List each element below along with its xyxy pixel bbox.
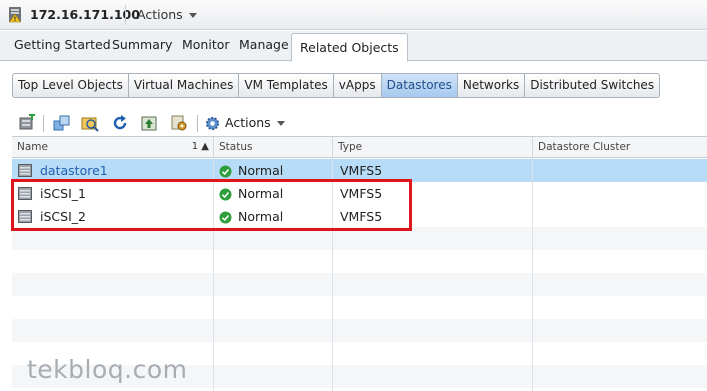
- watermark: tekbloq.com: [27, 355, 188, 384]
- empty-row: [12, 319, 707, 342]
- subtab-distributed-switches[interactable]: Distributed Switches: [525, 73, 661, 98]
- column-divider: [532, 158, 533, 391]
- empty-row: [12, 273, 707, 296]
- subtab-vm-templates[interactable]: VM Templates: [239, 73, 334, 98]
- host-warning-icon: [8, 7, 22, 23]
- migrate-icon[interactable]: [53, 114, 71, 132]
- subtab-networks[interactable]: Networks: [457, 73, 526, 98]
- header-actions-label: Actions: [137, 7, 183, 22]
- subtab-top-level-objects[interactable]: Top Level Objects: [12, 73, 129, 98]
- refresh-icon[interactable]: [111, 114, 129, 132]
- highlight-annotation-box: [11, 179, 412, 231]
- subtab-datastores[interactable]: Datastores: [381, 73, 458, 98]
- datastore-icon: [18, 164, 32, 177]
- tab-monitor[interactable]: Monitor: [182, 37, 230, 52]
- settings-icon[interactable]: [170, 114, 188, 132]
- toolbar-divider: [43, 115, 44, 132]
- upload-icon[interactable]: [140, 114, 158, 132]
- main-tab-bar: Getting Started Summary Monitor Manage R…: [0, 31, 707, 62]
- datastore-grid: Name 1 ▲ Status Type Datastore Cluster d…: [12, 136, 707, 391]
- gear-icon[interactable]: [204, 115, 221, 132]
- browse-files-icon[interactable]: [81, 114, 99, 132]
- status-ok-icon: [219, 165, 232, 178]
- sort-ascending-icon: 1 ▲: [191, 141, 209, 152]
- toolbar-actions-menu[interactable]: Actions: [225, 115, 285, 130]
- tab-getting-started[interactable]: Getting Started: [14, 37, 111, 52]
- grid-header: Name 1 ▲ Status Type Datastore Cluster: [12, 137, 707, 158]
- host-title: 172.16.171.100: [30, 7, 140, 22]
- column-header-datastore-cluster[interactable]: Datastore Cluster: [533, 137, 707, 158]
- tab-manage[interactable]: Manage: [239, 37, 289, 52]
- column-header-label: Name: [17, 141, 48, 153]
- sub-tab-bar: Top Level Objects Virtual Machines VM Te…: [12, 73, 661, 98]
- column-header-name[interactable]: Name 1 ▲: [12, 137, 214, 158]
- tab-related-objects[interactable]: Related Objects: [291, 33, 408, 62]
- title-divider: [125, 5, 126, 25]
- column-header-type[interactable]: Type: [333, 137, 533, 158]
- chevron-down-icon: [276, 121, 285, 126]
- column-header-status[interactable]: Status: [214, 137, 333, 158]
- new-datastore-icon[interactable]: [18, 114, 36, 132]
- toolbar-divider: [197, 115, 198, 132]
- subtab-vapps[interactable]: vApps: [333, 73, 382, 98]
- subtab-virtual-machines[interactable]: Virtual Machines: [128, 73, 240, 98]
- tab-summary[interactable]: Summary: [112, 37, 172, 52]
- header-actions-menu[interactable]: Actions: [137, 7, 197, 22]
- chevron-down-icon: [188, 13, 197, 18]
- title-bar: 172.16.171.100 Actions: [0, 0, 707, 30]
- toolbar-actions-label: Actions: [225, 115, 271, 130]
